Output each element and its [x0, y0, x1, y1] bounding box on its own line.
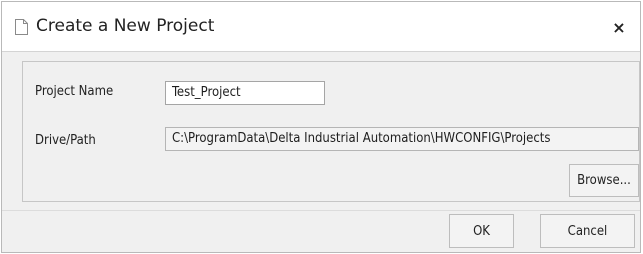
- dialog-titlebar: Create a New Project ×: [2, 2, 640, 52]
- cancel-button[interactable]: Cancel: [540, 214, 635, 248]
- browse-button[interactable]: Browse...: [569, 164, 639, 197]
- project-name-label: Project Name: [35, 84, 114, 99]
- drive-path-label: Drive/Path: [35, 133, 96, 148]
- footer-divider: [2, 210, 640, 211]
- document-icon: [15, 19, 28, 35]
- close-button[interactable]: ×: [608, 16, 630, 38]
- ok-button[interactable]: OK: [449, 214, 514, 248]
- dialog-title: Create a New Project: [36, 16, 215, 36]
- drive-path-field: C:\ProgramData\Delta Industrial Automati…: [165, 127, 639, 151]
- close-icon[interactable]: ×: [612, 18, 625, 37]
- create-project-dialog: Create a New Project × Project Name Test…: [1, 1, 641, 253]
- project-settings-group: Project Name Test_Project Drive/Path C:\…: [22, 61, 640, 202]
- project-name-input[interactable]: Test_Project: [165, 81, 325, 105]
